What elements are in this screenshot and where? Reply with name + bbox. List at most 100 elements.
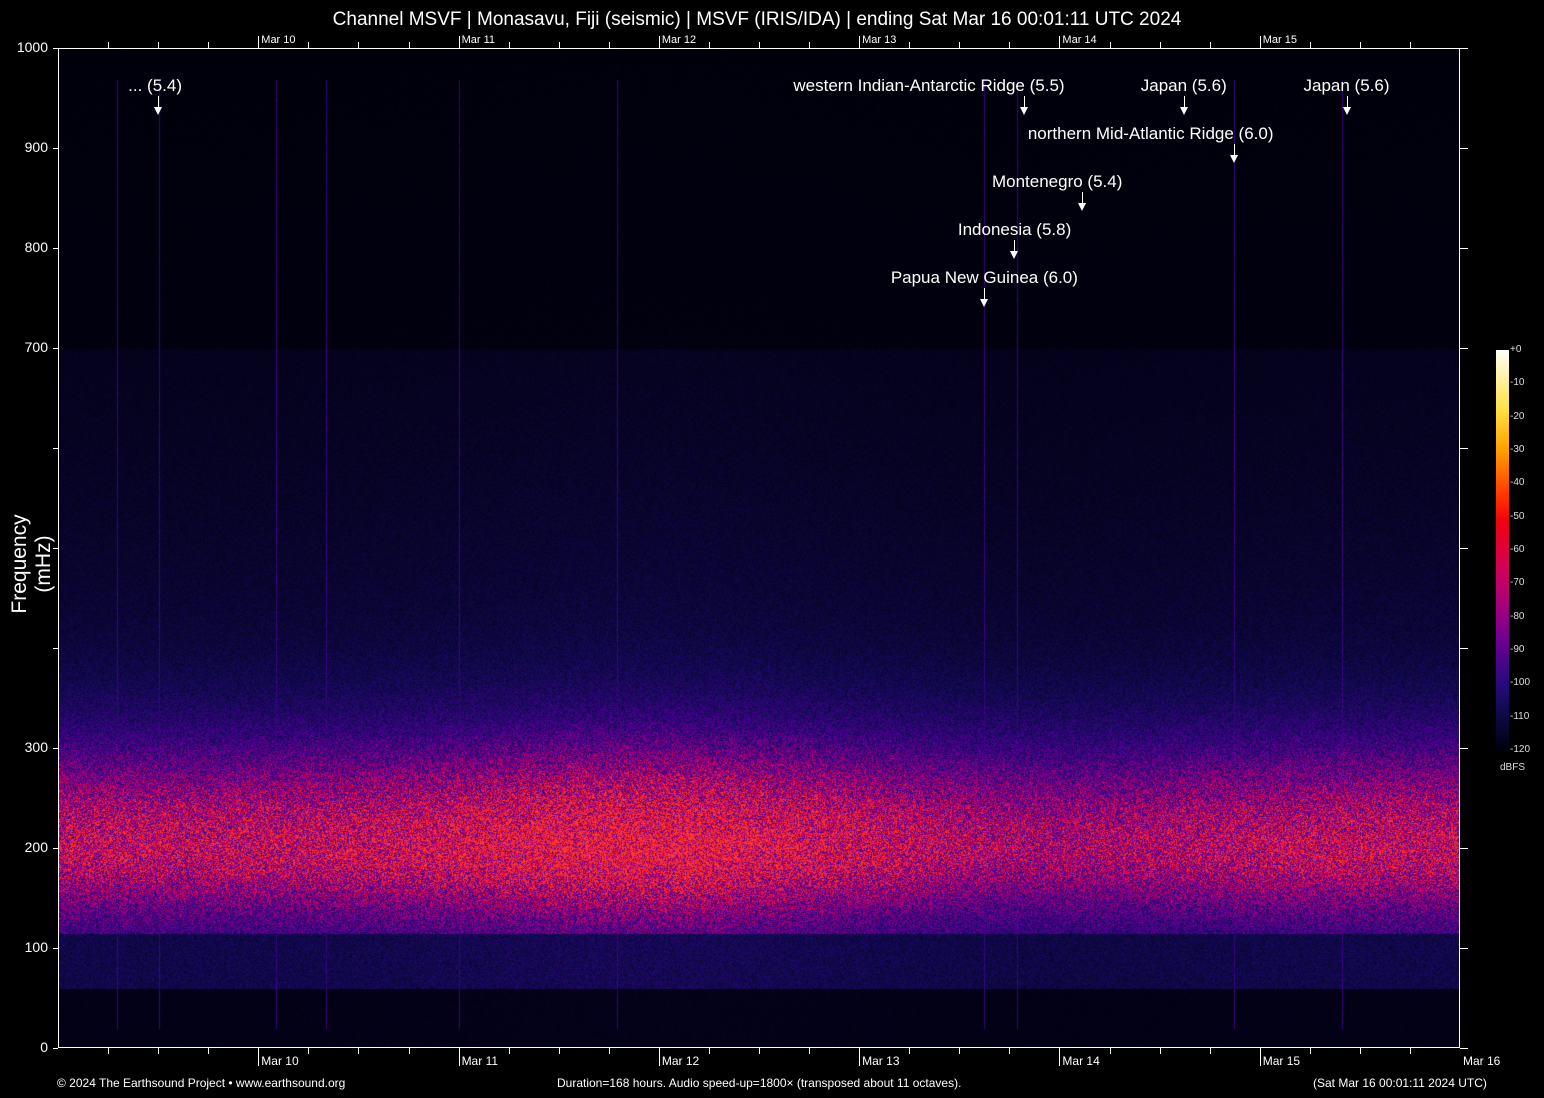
colorbar-tick-label: -110	[1510, 711, 1529, 722]
x-tick	[909, 1048, 910, 1054]
footer-timestamp: (Sat Mar 16 00:01:11 2024 UTC)	[1313, 1076, 1487, 1090]
x-tick	[1110, 1048, 1111, 1054]
y-tick-label: 900	[8, 139, 48, 155]
x-tick-top	[759, 42, 760, 48]
x-tick-top	[208, 42, 209, 48]
x-tick	[308, 1048, 309, 1054]
y-tick-right	[1460, 648, 1468, 649]
x-tick-top	[709, 42, 710, 48]
x-tick	[358, 1048, 359, 1054]
x-tick	[659, 1048, 660, 1066]
x-tick	[509, 1048, 510, 1054]
x-tick-top	[609, 42, 610, 48]
x-tick	[1210, 1048, 1211, 1054]
y-tick	[53, 1048, 58, 1049]
x-tick	[859, 1048, 860, 1066]
x-tick-top	[1009, 42, 1010, 48]
y-tick	[53, 348, 58, 349]
x-tick-top	[158, 42, 159, 48]
x-tick-label-top: Mar 11	[462, 34, 495, 46]
colorbar-tick-label: -80	[1510, 611, 1524, 622]
event-label: Japan (5.6)	[1304, 76, 1390, 96]
x-tick-top	[559, 42, 560, 48]
x-tick-top	[409, 42, 410, 48]
y-tick-right	[1460, 748, 1468, 749]
x-tick-top	[1260, 36, 1261, 48]
event-label: Montenegro (5.4)	[992, 172, 1122, 192]
x-tick-label: Mar 13	[862, 1054, 899, 1068]
y-tick	[53, 48, 58, 49]
chart-title: Channel MSVF | Monasavu, Fiji (seismic) …	[0, 9, 1514, 31]
x-tick	[459, 1048, 460, 1066]
y-tick-right	[1460, 1048, 1468, 1049]
colorbar-tick-label: -100	[1510, 677, 1530, 688]
event-label: ... (5.4)	[128, 76, 182, 96]
y-tick-label: 1000	[8, 39, 48, 55]
x-tick	[208, 1048, 209, 1054]
x-tick	[609, 1048, 610, 1054]
x-tick-label: Mar 16	[1463, 1054, 1500, 1068]
x-tick-label: Mar 15	[1263, 1054, 1300, 1068]
colorbar-tick-label: -90	[1510, 644, 1524, 655]
x-tick	[809, 1048, 810, 1054]
event-arrow	[1347, 96, 1348, 108]
x-tick-top	[1360, 42, 1361, 48]
y-tick-label: 800	[8, 239, 48, 255]
y-tick-label: 0	[8, 1039, 48, 1055]
y-axis-label: Frequency (mHz)	[8, 484, 56, 644]
x-tick-top	[509, 42, 510, 48]
colorbar-tick-label: -70	[1510, 577, 1524, 588]
x-tick-top	[659, 36, 660, 48]
x-tick-top	[1160, 42, 1161, 48]
y-tick	[53, 648, 58, 649]
event-arrow	[1014, 240, 1015, 252]
y-tick-label: 700	[8, 339, 48, 355]
event-arrow	[984, 288, 985, 300]
event-label: Japan (5.6)	[1141, 76, 1227, 96]
x-tick-top	[459, 36, 460, 48]
y-tick-right	[1460, 548, 1468, 549]
y-tick-right	[1460, 448, 1468, 449]
x-tick-label-top: Mar 10	[261, 34, 295, 46]
y-tick	[53, 448, 58, 449]
x-tick	[1009, 1048, 1010, 1054]
x-tick-label: Mar 12	[662, 1054, 699, 1068]
x-tick	[409, 1048, 410, 1054]
y-tick-right	[1460, 148, 1468, 149]
colorbar-tick-label: -120	[1510, 744, 1530, 755]
x-tick-label-top: Mar 15	[1263, 34, 1297, 46]
colorbar-tick-label: -30	[1510, 444, 1524, 455]
y-tick	[53, 548, 58, 549]
x-tick	[1410, 1048, 1411, 1054]
x-tick	[258, 1048, 259, 1066]
event-arrow	[1184, 96, 1185, 108]
x-tick	[108, 1048, 109, 1054]
x-tick	[1310, 1048, 1311, 1054]
spectrogram-image	[59, 49, 1459, 1047]
x-tick-label-top: Mar 14	[1062, 34, 1096, 46]
colorbar-tick-label: -50	[1510, 511, 1524, 522]
y-tick-right	[1460, 848, 1468, 849]
event-arrow	[1024, 96, 1025, 108]
y-tick-label: 300	[8, 739, 48, 755]
x-tick	[559, 1048, 560, 1054]
event-label: Papua New Guinea (6.0)	[891, 268, 1078, 288]
y-tick-right	[1460, 48, 1468, 49]
x-tick-top	[358, 42, 359, 48]
x-tick-label-top: Mar 13	[862, 34, 896, 46]
x-tick-top	[809, 42, 810, 48]
spectrogram-plot	[58, 48, 1460, 1048]
x-tick-top	[108, 42, 109, 48]
y-tick	[53, 248, 58, 249]
y-tick-right	[1460, 348, 1468, 349]
x-tick-top	[909, 42, 910, 48]
colorbar-tick-label: -10	[1510, 377, 1524, 388]
x-tick-top	[959, 42, 960, 48]
event-arrow	[1234, 144, 1235, 156]
event-arrow	[158, 96, 159, 108]
colorbar-tick-label: +0	[1510, 344, 1521, 355]
event-label: western Indian-Antarctic Ridge (5.5)	[793, 76, 1064, 96]
y-tick-label: 200	[8, 839, 48, 855]
y-tick	[53, 148, 58, 149]
y-tick-right	[1460, 248, 1468, 249]
